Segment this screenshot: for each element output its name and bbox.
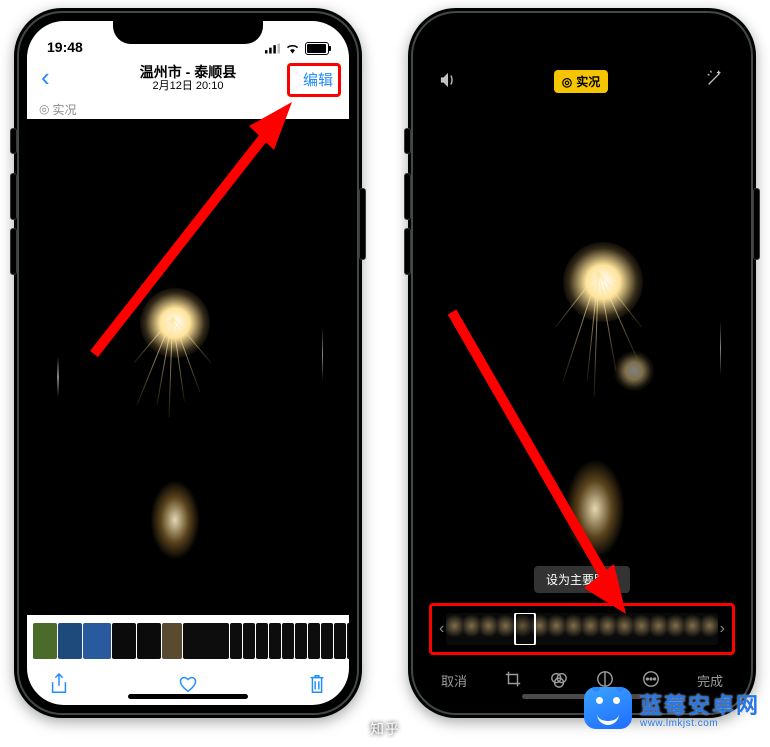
mute-toggle[interactable] [439,72,457,93]
thumbnail[interactable] [321,623,333,659]
thumbnail[interactable] [282,623,294,659]
mute-switch [404,128,411,154]
filters-button[interactable] [550,670,568,691]
share-icon [49,673,69,695]
firework-image [27,119,349,615]
thumbnail[interactable] [347,623,349,659]
scrub-cursor[interactable] [514,613,536,645]
frame-scrubber-wrap: ‹ › [429,603,735,655]
live-photo-label: 实况 [52,101,76,118]
mute-switch [10,128,17,154]
thumbnail[interactable] [269,623,281,659]
notch [113,18,263,44]
adjust-icon [596,670,614,688]
status-icons [265,42,329,55]
edit-button[interactable]: 编辑 [299,67,337,92]
power-button [359,188,366,260]
live-photo-pill[interactable]: ◎ 实况 [554,70,609,93]
watermark-text: 蓝莓安卓网 www.lmkjst.com [640,688,760,729]
edit-photo-canvas[interactable]: 设为主要照片 [421,103,743,599]
cellular-icon [265,43,280,54]
cancel-button[interactable]: 取消 [441,671,467,690]
back-button[interactable]: ‹ [41,65,65,89]
scrub-frame[interactable] [463,613,480,645]
auto-enhance-button[interactable] [705,68,725,93]
wifi-icon [285,43,300,54]
battery-icon [305,42,329,55]
watermark-name: 蓝莓安卓网 [640,688,760,720]
live-photo-badge: ◎ 实况 [27,99,349,119]
scrub-frame[interactable] [701,613,718,645]
photo-viewer[interactable] [27,119,349,615]
thumbnail[interactable] [58,623,82,659]
nav-title-datetime: 2月12日 20:10 [140,80,236,93]
scrub-left-icon: ‹ [437,620,446,638]
live-photo-label: 实况 [576,73,600,90]
thumbnail[interactable] [137,623,161,659]
power-button [753,188,760,260]
volume-up-button [404,173,411,220]
scrub-frame[interactable] [616,613,633,645]
crop-button[interactable] [504,670,522,691]
thumbnail[interactable] [295,623,307,659]
thumbnail[interactable] [230,623,242,659]
thumbnail[interactable] [256,623,268,659]
volume-down-button [10,228,17,275]
scrub-frame[interactable] [650,613,667,645]
scrub-frame[interactable] [446,613,463,645]
phone-right: ◎ 实况 [408,8,756,718]
live-photo-icon: ◎ [39,102,49,116]
filters-icon [550,670,568,688]
phone-left: 19:48 ‹ 温州市 - 泰顺县 2月12日 20:10 编辑 ◎ 实况 [14,8,362,718]
scrub-frames[interactable] [446,613,717,645]
screen-edit-mode: ◎ 实况 [421,21,743,705]
thumbnail[interactable] [162,623,182,659]
bottom-toolbar [27,667,349,705]
nav-bar: ‹ 温州市 - 泰顺县 2月12日 20:10 编辑 [27,57,349,99]
heart-icon [178,673,198,695]
thumbnail[interactable] [308,623,320,659]
scrub-frame[interactable] [599,613,616,645]
thumbnail[interactable] [243,623,255,659]
scrub-frame[interactable] [480,613,497,645]
thumbnail[interactable] [33,623,57,659]
wand-icon [705,68,725,88]
thumbnail[interactable] [83,623,111,659]
scrub-frame[interactable] [497,613,514,645]
trash-icon [307,673,327,695]
delete-button[interactable] [307,673,327,700]
volume-up-button [10,173,17,220]
firework-image [421,103,743,599]
zhihu-watermark: 知乎 [370,719,400,739]
frame-scrubber[interactable]: ‹ › [437,611,727,647]
scrub-right-icon: › [718,620,727,638]
key-photo-tooltip: 设为主要照片 [534,566,630,593]
thumbnail-strip[interactable] [27,615,349,667]
scrub-frame[interactable] [667,613,684,645]
scrub-frame[interactable] [633,613,650,645]
ellipsis-icon [642,670,660,688]
volume-down-button [404,228,411,275]
thumbnail[interactable] [183,623,229,659]
scrub-frame[interactable] [565,613,582,645]
watermark-logo [584,687,632,729]
status-time: 19:48 [47,39,83,55]
nav-title: 温州市 - 泰顺县 2月12日 20:10 [140,64,236,93]
notch [507,18,657,44]
nav-title-location: 温州市 - 泰顺县 [140,64,236,80]
scrub-frame[interactable] [548,613,565,645]
thumbnail[interactable] [112,623,136,659]
thumbnail[interactable] [334,623,346,659]
comparison-stage: 19:48 ‹ 温州市 - 泰顺县 2月12日 20:10 编辑 ◎ 实况 [0,0,770,747]
crop-icon [504,670,522,688]
live-photo-icon: ◎ [562,75,572,89]
home-indicator[interactable] [128,694,248,699]
site-watermark: 蓝莓安卓网 www.lmkjst.com [584,687,760,729]
share-button[interactable] [49,673,69,700]
speaker-icon [439,72,457,88]
screen-photos-app: 19:48 ‹ 温州市 - 泰顺县 2月12日 20:10 编辑 ◎ 实况 [27,21,349,705]
scrub-frame[interactable] [684,613,701,645]
scrub-frame[interactable] [582,613,599,645]
